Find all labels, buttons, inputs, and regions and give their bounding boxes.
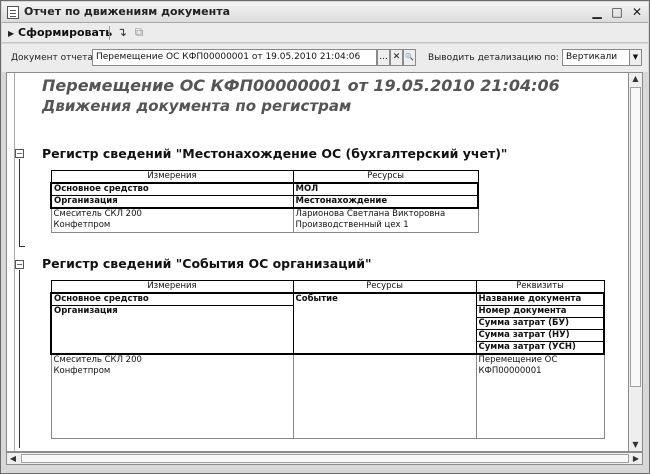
table-cell [476,378,605,390]
table-cell: Смеситель СКЛ 200 [50,208,294,220]
document-icon [7,6,19,19]
column-header: Измерения [50,280,294,294]
report-subheading: Движения документа по регистрам [42,97,352,115]
scroll-down-icon[interactable]: ▼ [629,439,642,451]
column-header: Ресурсы [292,170,479,184]
header-cell: Сумма затрат (НУ) [476,329,605,342]
copy-icon[interactable]: ⧉ [132,26,146,40]
parameters-row: Документ отчета: Перемещение ОС КФП00000… [2,44,648,72]
scroll-up-icon[interactable]: ▲ [629,73,642,85]
table-cell [476,390,605,402]
open-icon[interactable]: 🔍 [403,49,416,66]
group-line-end [19,246,25,247]
settings-icon[interactable]: ↴ [115,26,129,40]
column-header: Реквизиты [475,280,605,294]
header-cell: Организация [50,305,294,355]
scroll-left-icon[interactable]: ◀ [7,453,19,464]
header-cell: Местонахождение [293,195,479,209]
clear-icon[interactable]: ✕ [390,49,403,66]
header-cell: Организация [50,195,294,209]
scroll-right-icon[interactable]: ▶ [630,453,642,464]
table-cell: КФП00000001 [476,366,605,378]
table-cell: Конфетпром [50,366,294,378]
header-cell: МОЛ [293,182,479,196]
table-cell: Производственный цех 1 [293,220,479,233]
table-cell [476,414,605,426]
toolbar-separator [109,26,110,40]
table-cell [293,354,477,439]
vertical-scrollbar[interactable]: ▲ ▼ [629,72,643,452]
document-field[interactable]: Перемещение ОС КФП00000001 от 19.05.2010… [92,49,377,66]
header-cell: Событие [293,292,477,355]
scroll-thumb[interactable] [21,454,629,463]
horizontal-scrollbar[interactable]: ◀ ▶ [6,452,643,465]
window-title: Отчет по движениям документа [24,5,231,18]
report-heading: Перемещение ОС КФП00000001 от 19.05.2010… [42,76,560,95]
minimize-button[interactable]: ▁ [589,5,605,20]
toolbar: ▶ Сформировать ↴ ⧉ [2,23,648,43]
scroll-thumb[interactable] [630,87,641,387]
table-cell: Смеситель СКЛ 200 [50,354,294,366]
column-header: Измерения [50,170,294,184]
generate-label: Сформировать [18,26,113,39]
table-cell [476,426,605,439]
group-line [19,159,20,246]
collapse-group-icon[interactable]: − [15,149,24,158]
document-label: Документ отчета: [11,53,97,63]
detail-select[interactable]: Вертикали [562,49,630,66]
register1-title: Регистр сведений "Местонахождение ОС (бу… [42,146,508,161]
table-cell: Конфетпром [50,220,294,233]
header-cell: Номер документа [476,305,605,318]
header-cell: Основное средство [50,182,294,196]
table-cell [50,426,294,439]
table-cell [50,402,294,414]
column-header: Ресурсы [292,280,477,294]
table-cell [50,390,294,402]
header-cell: Сумма затрат (БУ) [476,317,605,330]
report-area[interactable]: Перемещение ОС КФП00000001 от 19.05.2010… [6,72,629,452]
report-window: Отчет по движениям документа ▁ □ ✕ ▶ Сфо… [0,0,650,474]
register1-table: Измерения Ресурсы Основное средство МОЛ … [50,170,479,233]
select-button[interactable]: ... [377,49,390,66]
generate-button[interactable]: ▶ Сформировать [8,25,112,41]
close-button[interactable]: ✕ [629,5,645,20]
header-cell: Сумма затрат (УСН) [476,341,605,355]
maximize-button[interactable]: □ [609,5,625,20]
table-cell: Ларионова Светлана Викторовна [293,208,479,220]
group-line [19,270,20,448]
table-cell [50,378,294,390]
register2-table: Измерения Ресурсы Реквизиты Основное сре… [50,280,605,439]
table-cell [476,402,605,414]
table-cell: Перемещение ОС [476,354,605,366]
play-icon: ▶ [8,29,15,38]
collapse-group-icon[interactable]: − [15,260,24,269]
header-cell: Основное средство [50,292,294,306]
chevron-down-icon[interactable]: ▼ [629,49,642,66]
title-bar[interactable]: Отчет по движениям документа ▁ □ ✕ [2,2,648,23]
detail-label: Выводить детализацию по: [428,53,559,63]
table-cell [50,414,294,426]
header-cell: Название документа [476,292,605,306]
register2-title: Регистр сведений "События ОС организаций… [42,256,372,271]
